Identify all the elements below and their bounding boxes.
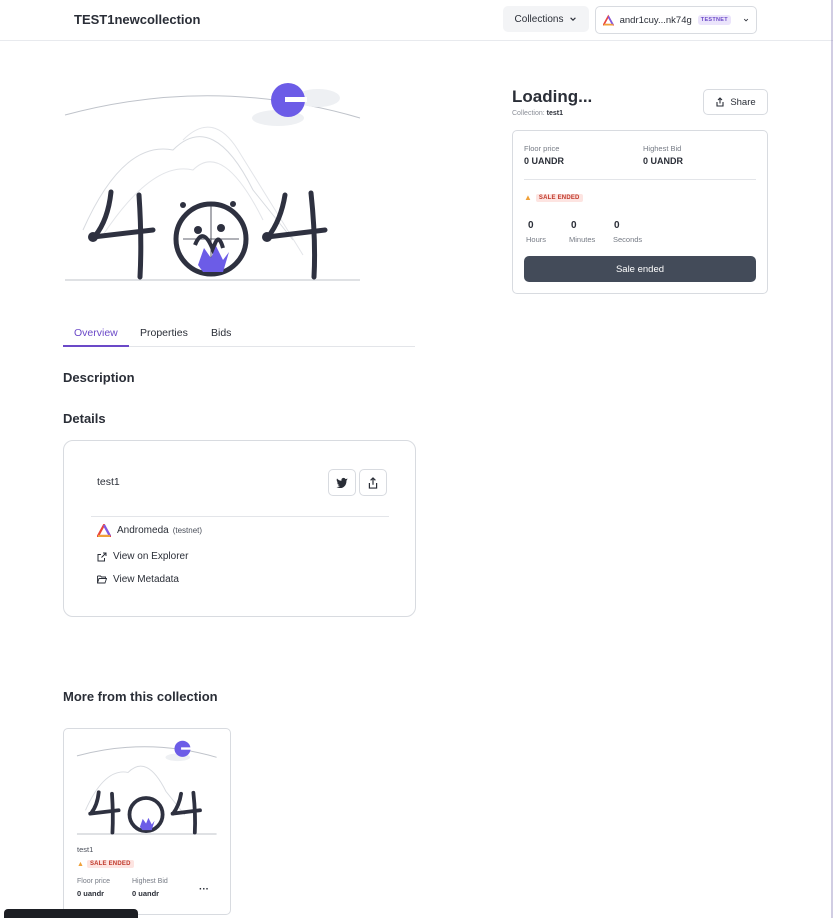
tab-overview[interactable]: Overview <box>74 327 118 339</box>
minutes-value: 0 <box>571 220 577 231</box>
bottom-toast <box>4 909 138 918</box>
view-on-explorer-link[interactable]: View on Explorer <box>97 551 188 562</box>
tab-bids[interactable]: Bids <box>211 327 231 339</box>
highest-bid-value: 0 UANDR <box>643 156 684 166</box>
collection-line: Collection: test1 <box>512 110 563 117</box>
chain-network: (testnet) <box>172 526 203 535</box>
tab-properties[interactable]: Properties <box>140 327 188 339</box>
export-share-button[interactable] <box>359 469 387 496</box>
hours-label: Hours <box>526 235 547 244</box>
details-heading: Details <box>63 411 106 426</box>
view-metadata-link[interactable]: View Metadata <box>97 574 179 585</box>
seconds-value: 0 <box>614 220 620 231</box>
explorer-link-label: View on Explorer <box>113 551 189 562</box>
folder-open-icon <box>97 575 107 584</box>
nft-image-404-illustration[interactable] <box>63 80 363 290</box>
top-bar: TEST1newcollection Collections andr1cuy.… <box>0 0 833 41</box>
twitter-share-button[interactable] <box>328 469 356 496</box>
divider <box>91 516 389 517</box>
chain-name: Andromeda <box>117 525 169 536</box>
sale-ended-badge: SALE ENDED <box>535 193 583 202</box>
nft-thumbnail-404-illustration <box>76 740 217 835</box>
metadata-link-label: View Metadata <box>113 574 179 585</box>
card-bid-value: 0 uandr <box>132 889 160 898</box>
details-card: test1 Andromeda (testnet) View on Explor… <box>63 440 416 617</box>
divider <box>524 179 756 180</box>
share-label: Share <box>730 96 756 108</box>
wallet-button[interactable]: andr1cuy...nk74g TESTNET <box>595 6 757 34</box>
andromeda-logo-icon <box>97 524 111 537</box>
minutes-label: Minutes <box>569 235 596 244</box>
floor-price-label: Floor price <box>524 144 560 153</box>
chevron-down-icon <box>570 17 577 21</box>
andromeda-logo-icon <box>603 14 614 25</box>
card-sale-ended-badge: SALE ENDED <box>86 860 134 868</box>
card-sale-status: ▲ SALE ENDED <box>77 860 134 868</box>
fire-icon: ▲ <box>524 193 532 202</box>
wallet-address: andr1cuy...nk74g <box>619 14 692 26</box>
collection-name[interactable]: test1 <box>547 110 563 117</box>
card-item-name: test1 <box>77 845 94 854</box>
collection-brand[interactable]: TEST1newcollection <box>74 12 200 27</box>
chain-row: Andromeda (testnet) <box>97 524 202 537</box>
hours-value: 0 <box>528 220 534 231</box>
tab-bar: Overview Properties Bids <box>63 320 415 347</box>
seconds-label: Seconds <box>613 235 643 244</box>
network-badge: TESTNET <box>697 15 731 25</box>
share-icon <box>368 476 378 489</box>
card-bid-label: Highest Bid <box>132 878 168 885</box>
item-title: Loading... <box>512 87 593 106</box>
collections-dropdown-button[interactable]: Collections <box>503 6 589 32</box>
share-button[interactable]: Share <box>703 89 768 115</box>
sale-card: Floor price 0 UANDR Highest Bid 0 UANDR … <box>512 130 768 294</box>
card-floor-value: 0 uandr <box>77 889 105 898</box>
collection-prefix: Collection: <box>512 110 545 117</box>
nft-name: test1 <box>97 476 120 488</box>
share-icon <box>716 97 724 107</box>
more-from-collection-heading: More from this collection <box>63 689 218 704</box>
chevron-down-icon <box>743 18 749 22</box>
card-more-options-button[interactable]: ··· <box>199 884 209 895</box>
card-floor-label: Floor price <box>77 878 111 885</box>
highest-bid-label: Highest Bid <box>643 144 682 153</box>
active-tab-indicator <box>63 345 129 347</box>
collections-label: Collections <box>514 13 564 25</box>
collection-item-card[interactable]: test1 ▲ SALE ENDED Floor price 0 uandr H… <box>63 728 231 915</box>
description-heading: Description <box>63 370 135 385</box>
twitter-icon <box>336 477 348 488</box>
external-link-icon <box>97 552 107 561</box>
sale-status: ▲ SALE ENDED <box>524 193 583 202</box>
fire-icon: ▲ <box>77 860 84 868</box>
sale-ended-button[interactable]: Sale ended <box>524 256 756 282</box>
floor-price-value: 0 UANDR <box>524 156 565 166</box>
